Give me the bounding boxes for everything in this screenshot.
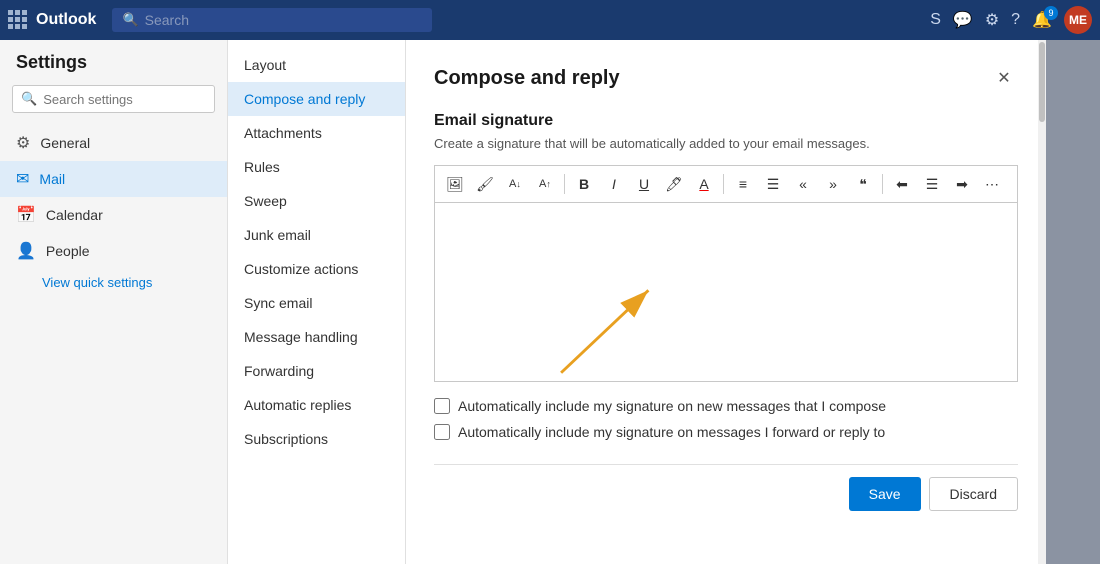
toolbar-highlight-btn[interactable]: 🖊: [660, 170, 688, 198]
toolbar-more-btn[interactable]: ⋯: [978, 170, 1006, 198]
menu-item-forwarding[interactable]: Forwarding: [228, 354, 405, 388]
settings-search-input[interactable]: [43, 92, 206, 107]
editor-area[interactable]: [434, 202, 1018, 382]
feedback-icon[interactable]: 💬: [953, 10, 973, 30]
toolbar-indent-less-btn[interactable]: «: [789, 170, 817, 198]
toolbar-align-right-btn[interactable]: ➡: [948, 170, 976, 198]
grid-icon[interactable]: [8, 10, 28, 30]
nav-item-mail[interactable]: ✉ Mail: [0, 161, 227, 197]
section-title: Email signature: [434, 112, 1018, 130]
modal-header: Compose and reply ✕: [434, 64, 1018, 92]
scrollbar[interactable]: [1038, 40, 1046, 564]
menu-item-sweep[interactable]: Sweep: [228, 184, 405, 218]
toolbar-quote-btn[interactable]: ❝: [849, 170, 877, 198]
settings-nav: Settings 🔍 ⚙ General ✉ Mail 📅: [0, 40, 228, 564]
toolbar-indent-more-btn[interactable]: »: [819, 170, 847, 198]
toolbar-font-color-btn[interactable]: A: [690, 170, 718, 198]
help-icon[interactable]: ?: [1011, 11, 1020, 29]
close-button[interactable]: ✕: [990, 64, 1018, 92]
section-desc: Create a signature that will be automati…: [434, 136, 1018, 151]
modal-footer: Save Discard: [434, 464, 1018, 511]
toolbar-sep-3: [882, 174, 883, 194]
general-icon: ⚙: [16, 133, 30, 153]
nav-item-calendar-label: Calendar: [46, 207, 103, 223]
mail-icon: ✉: [16, 169, 29, 189]
toolbar-numbering-btn[interactable]: ☰: [759, 170, 787, 198]
app-logo: Outlook: [36, 11, 96, 29]
annotation-arrow: [435, 203, 1017, 397]
menu-item-rules[interactable]: Rules: [228, 150, 405, 184]
toolbar-italic-btn[interactable]: I: [600, 170, 628, 198]
calendar-icon: 📅: [16, 205, 36, 225]
checkbox-2-label: Automatically include my signature on me…: [458, 424, 885, 440]
scroll-thumb[interactable]: [1039, 42, 1045, 122]
search-bar[interactable]: 🔍: [112, 8, 432, 32]
toolbar-image-btn[interactable]: 🖼: [441, 170, 469, 198]
notifications-icon[interactable]: 🔔 9: [1032, 10, 1052, 30]
menu-item-layout[interactable]: Layout: [228, 48, 405, 82]
toolbar-sep-1: [564, 174, 565, 194]
toolbar-font-size-up-btn[interactable]: A↑: [531, 170, 559, 198]
people-icon: 👤: [16, 241, 36, 261]
nav-item-people[interactable]: 👤 People: [0, 233, 227, 269]
modal-title: Compose and reply: [434, 67, 620, 90]
toolbar-align-center-btn[interactable]: ☰: [918, 170, 946, 198]
checkbox-1-label: Automatically include my signature on ne…: [458, 398, 886, 414]
toolbar-bullets-btn[interactable]: ≡: [729, 170, 757, 198]
avatar[interactable]: ME: [1064, 6, 1092, 34]
toolbar-format-btn[interactable]: 🖌: [471, 170, 499, 198]
signature-checkboxes: Automatically include my signature on ne…: [434, 398, 1018, 440]
quick-settings-link[interactable]: View quick settings: [0, 269, 227, 296]
nav-item-mail-label: Mail: [39, 171, 65, 187]
toolbar-bold-btn[interactable]: B: [570, 170, 598, 198]
app-background: Outlook 🔍 S 💬 ⚙ ? 🔔 9 ME ☰ ✉ ▷ 📎 ★: [0, 0, 1100, 564]
toolbar-align-left-btn[interactable]: ⬅: [888, 170, 916, 198]
top-bar: Outlook 🔍 S 💬 ⚙ ? 🔔 9 ME: [0, 0, 1100, 40]
toolbar-sep-2: [723, 174, 724, 194]
menu-item-attachments[interactable]: Attachments: [228, 116, 405, 150]
settings-content: Compose and reply ✕ Email signature Crea…: [406, 40, 1046, 564]
menu-item-compose[interactable]: Compose and reply: [228, 82, 405, 116]
settings-search-box[interactable]: 🔍: [12, 85, 215, 113]
skype-icon[interactable]: S: [930, 11, 941, 29]
checkbox-forward-reply[interactable]: [434, 424, 450, 440]
settings-title: Settings: [0, 52, 227, 85]
settings-menu: Layout Compose and reply Attachments Rul…: [228, 40, 406, 564]
nav-item-general[interactable]: ⚙ General: [0, 125, 227, 161]
nav-item-calendar[interactable]: 📅 Calendar: [0, 197, 227, 233]
menu-item-customize[interactable]: Customize actions: [228, 252, 405, 286]
top-bar-actions: S 💬 ⚙ ? 🔔 9 ME: [930, 6, 1092, 34]
settings-search-icon: 🔍: [21, 91, 37, 107]
checkbox-new-messages[interactable]: [434, 398, 450, 414]
editor-toolbar: 🖼 🖌 A↓ A↑ B I U 🖊 A ≡ ☰ « »: [434, 165, 1018, 202]
settings-icon[interactable]: ⚙: [985, 10, 999, 30]
settings-panel: Settings 🔍 ⚙ General ✉ Mail 📅: [0, 40, 1046, 564]
menu-item-junk[interactable]: Junk email: [228, 218, 405, 252]
checkbox-row-2: Automatically include my signature on me…: [434, 424, 1018, 440]
menu-item-auto[interactable]: Automatic replies: [228, 388, 405, 422]
toolbar-font-size-down-btn[interactable]: A↓: [501, 170, 529, 198]
search-icon: 🔍: [122, 12, 138, 28]
menu-item-sync[interactable]: Sync email: [228, 286, 405, 320]
toolbar-underline-btn[interactable]: U: [630, 170, 658, 198]
discard-button[interactable]: Discard: [929, 477, 1018, 511]
save-button[interactable]: Save: [849, 477, 921, 511]
nav-item-general-label: General: [40, 135, 90, 151]
menu-item-subs[interactable]: Subscriptions: [228, 422, 405, 456]
search-input[interactable]: [145, 12, 423, 28]
menu-item-message[interactable]: Message handling: [228, 320, 405, 354]
nav-item-people-label: People: [46, 243, 90, 259]
main-area: ☰ ✉ ▷ 📎 ★ Settings 🔍 ⚙ General: [0, 40, 1100, 564]
notification-badge: 9: [1044, 6, 1058, 20]
settings-overlay: Settings 🔍 ⚙ General ✉ Mail 📅: [0, 40, 1100, 564]
checkbox-row-1: Automatically include my signature on ne…: [434, 398, 1018, 414]
